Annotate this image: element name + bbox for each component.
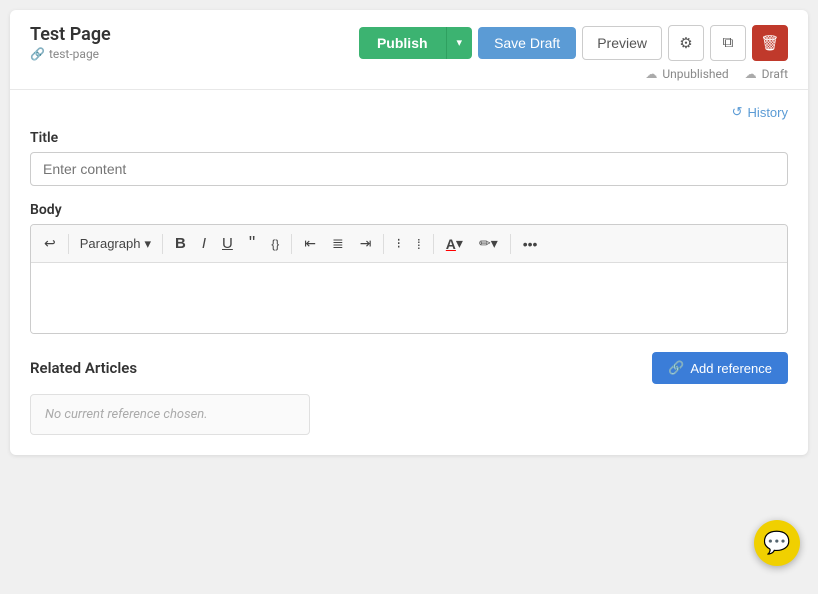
highlight-button[interactable]: ✏ ▾ bbox=[472, 231, 505, 256]
unpublished-status: ☁ Unpublished bbox=[645, 67, 728, 81]
highlight-chevron: ▾ bbox=[491, 235, 498, 252]
ordered-list-button[interactable]: ⁞ bbox=[410, 232, 428, 256]
title-input[interactable] bbox=[30, 152, 788, 186]
blockquote-button[interactable]: " bbox=[242, 229, 262, 258]
ordered-list-icon: ⁞ bbox=[417, 236, 421, 252]
body-section: Body ↩ Paragraph ▾ B I bbox=[30, 202, 788, 334]
bold-button[interactable]: B bbox=[168, 231, 193, 256]
title-label: Title bbox=[30, 130, 788, 146]
copy-icon: ⧉ bbox=[723, 34, 734, 51]
align-left-icon: ⇤ bbox=[304, 235, 316, 252]
bullet-list-button[interactable]: ⁝ bbox=[389, 231, 407, 256]
divider-4 bbox=[383, 234, 384, 254]
reference-empty: No current reference chosen. bbox=[30, 394, 310, 435]
align-left-button[interactable]: ⇤ bbox=[297, 231, 323, 256]
code-icon: {} bbox=[271, 237, 279, 251]
chat-button[interactable]: 💬 bbox=[754, 520, 800, 566]
slug-text: test-page bbox=[49, 47, 99, 61]
link-icon: 🔗 bbox=[30, 47, 45, 61]
bullet-list-icon: ⁝ bbox=[396, 235, 400, 252]
divider-2 bbox=[162, 234, 163, 254]
copy-button[interactable]: ⧉ bbox=[710, 25, 746, 61]
page-slug: 🔗 test-page bbox=[30, 47, 111, 61]
settings-icon: ⚙ bbox=[679, 34, 692, 52]
chat-icon: 💬 bbox=[763, 531, 790, 556]
empty-reference-text: No current reference chosen. bbox=[45, 407, 208, 422]
add-reference-label: Add reference bbox=[690, 361, 772, 376]
align-center-button[interactable]: ≣ bbox=[325, 231, 351, 256]
divider-6 bbox=[510, 234, 511, 254]
undo-button[interactable]: ↩ bbox=[37, 231, 63, 256]
editor-container: ↩ Paragraph ▾ B I U bbox=[30, 224, 788, 334]
align-center-icon: ≣ bbox=[332, 235, 344, 252]
draft-status: ☁ Draft bbox=[745, 67, 788, 81]
underline-icon: U bbox=[222, 235, 233, 252]
draft-label: Draft bbox=[762, 67, 788, 81]
unpublished-label: Unpublished bbox=[662, 67, 728, 81]
highlight-icon: ✏ bbox=[479, 235, 491, 252]
add-reference-button[interactable]: 🔗 Add reference bbox=[652, 352, 788, 384]
related-articles-header: Related Articles 🔗 Add reference bbox=[30, 352, 788, 384]
add-reference-link-icon: 🔗 bbox=[668, 360, 684, 376]
editor-body[interactable] bbox=[31, 263, 787, 333]
italic-button[interactable]: I bbox=[195, 231, 213, 256]
paragraph-select[interactable]: Paragraph ▾ bbox=[74, 232, 157, 256]
undo-icon: ↩ bbox=[44, 235, 56, 252]
blockquote-icon: " bbox=[249, 233, 255, 254]
content-area: ↺ History Title Body ↩ Paragraph ▾ bbox=[10, 90, 808, 455]
divider-1 bbox=[68, 234, 69, 254]
settings-button[interactable]: ⚙ bbox=[668, 25, 704, 61]
page-header: Test Page 🔗 test-page Publish ▾ Save Dra… bbox=[10, 10, 808, 90]
font-color-chevron: ▾ bbox=[456, 235, 463, 252]
more-icon: ••• bbox=[523, 236, 538, 252]
history-link-area: ↺ History bbox=[30, 104, 788, 120]
trash-icon: 🗑 bbox=[760, 34, 779, 52]
header-actions: Publish ▾ Save Draft Preview ⚙ ⧉ 🗑 bbox=[359, 25, 788, 61]
code-button[interactable]: {} bbox=[264, 233, 286, 255]
related-articles-label: Related Articles bbox=[30, 359, 137, 377]
history-button[interactable]: ↺ History bbox=[732, 104, 788, 120]
page-title-area: Test Page 🔗 test-page bbox=[30, 24, 111, 61]
caret-down-icon: ▾ bbox=[457, 37, 463, 49]
publish-button[interactable]: Publish bbox=[359, 27, 446, 59]
history-label: History bbox=[748, 105, 788, 120]
editor-toolbar: ↩ Paragraph ▾ B I U bbox=[31, 225, 787, 263]
save-draft-button[interactable]: Save Draft bbox=[478, 27, 576, 59]
divider-5 bbox=[433, 234, 434, 254]
delete-button[interactable]: 🗑 bbox=[752, 25, 788, 61]
bold-icon: B bbox=[175, 235, 186, 252]
font-color-icon: A bbox=[446, 236, 456, 252]
align-right-button[interactable]: ⇥ bbox=[353, 231, 379, 256]
related-articles-section: Related Articles 🔗 Add reference No curr… bbox=[30, 352, 788, 435]
cloud-icon: ☁ bbox=[645, 67, 657, 81]
preview-button[interactable]: Preview bbox=[582, 26, 662, 60]
paragraph-label: Paragraph bbox=[80, 236, 141, 251]
more-button[interactable]: ••• bbox=[516, 232, 545, 256]
italic-icon: I bbox=[202, 235, 206, 252]
body-label: Body bbox=[30, 202, 788, 218]
font-color-button[interactable]: A ▾ bbox=[439, 231, 470, 256]
divider-3 bbox=[291, 234, 292, 254]
underline-button[interactable]: U bbox=[215, 231, 240, 256]
status-row: ☁ Unpublished ☁ Draft bbox=[30, 67, 788, 81]
page-title: Test Page bbox=[30, 24, 111, 45]
draft-cloud-icon: ☁ bbox=[745, 67, 757, 81]
publish-group: Publish ▾ bbox=[359, 27, 472, 59]
publish-caret-button[interactable]: ▾ bbox=[446, 27, 473, 59]
align-right-icon: ⇥ bbox=[360, 235, 372, 252]
paragraph-chevron-icon: ▾ bbox=[144, 236, 151, 252]
history-icon: ↺ bbox=[732, 104, 743, 120]
